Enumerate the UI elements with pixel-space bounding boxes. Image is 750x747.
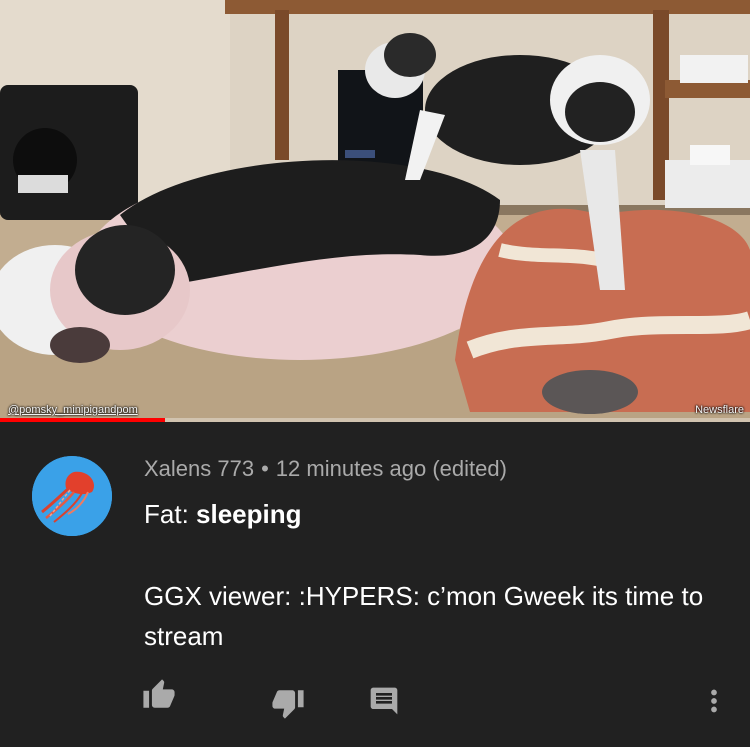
video-player[interactable]: @pomsky_minipigandpom Newsflare (0, 0, 750, 422)
comment-body: GGX viewer: :HYPERS: c’mon Gweek its tim… (144, 581, 704, 651)
thumbs-down-icon (272, 690, 304, 719)
more-options-button[interactable] (696, 683, 732, 719)
thumbs-up-icon (143, 679, 175, 708)
comment-timestamp: 12 minutes ago (edited) (275, 456, 507, 481)
like-button[interactable] (141, 677, 177, 713)
comment-item: Xalens 773 • 12 minutes ago (edited) Fat: … (0, 422, 750, 747)
meta-separator: • (261, 456, 269, 481)
dislike-button[interactable] (270, 685, 306, 721)
comment-icon (370, 687, 398, 715)
comment-meta: Xalens 773 • 12 minutes ago (edited) (144, 456, 507, 482)
comment-author[interactable]: Xalens 773 (144, 456, 254, 481)
more-vert-icon (711, 689, 717, 713)
jellyfish-icon (32, 456, 112, 536)
video-frame (0, 0, 750, 422)
comment-line1-bold: sleeping (196, 499, 302, 529)
reply-button[interactable] (366, 683, 402, 719)
avatar[interactable] (32, 456, 112, 536)
comment-first-line: Fat: sleeping (144, 499, 302, 530)
comment-line1-prefix: Fat: (144, 499, 197, 529)
watermark-left: @pomsky_minipigandpom (8, 404, 138, 416)
watermark-right: Newsflare (695, 404, 744, 416)
